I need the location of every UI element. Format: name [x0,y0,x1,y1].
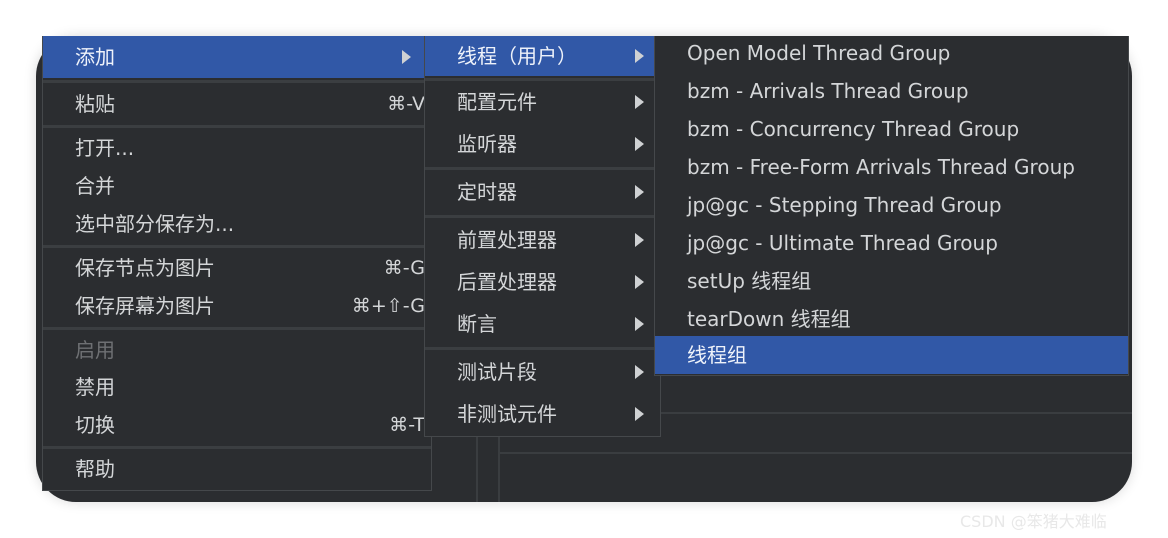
shortcut: ⌘-T [389,414,425,436]
menu-item-label: 配置元件 [457,90,537,114]
menu-item-enable: 启用 [43,331,431,369]
thread-group-item[interactable]: setUp 线程组 [655,262,1128,300]
separator [425,215,660,218]
menu-item-label: setUp 线程组 [687,269,812,293]
shortcut: ⌘-V [387,93,425,115]
menu-item-label: jp@gc - Ultimate Thread Group [687,231,998,255]
submenu-item-non-test[interactable]: 非测试元件 [425,395,660,433]
submenu-item-postprocessor[interactable]: 后置处理器 [425,263,660,301]
submenu-arrow-icon [635,233,644,247]
submenu-item-test-fragment[interactable]: 测试片段 [425,353,660,391]
menu-item-save-node-image[interactable]: 保存节点为图片 ⌘-G [43,249,431,287]
separator [425,167,660,170]
separator [425,347,660,350]
submenu-item-assertion[interactable]: 断言 [425,305,660,343]
menu-item-label: Open Model Thread Group [687,41,951,65]
thread-group-item[interactable]: bzm - Free-Form Arrivals Thread Group [655,148,1128,186]
menu-item-paste[interactable]: 粘贴 ⌘-V [43,85,431,123]
menu-item-label: 前置处理器 [457,228,557,252]
watermark: CSDN @笨猪大难临 [960,512,1107,531]
table-row-line [498,452,1132,454]
thread-group-item[interactable]: jp@gc - Ultimate Thread Group [655,224,1128,262]
menu-item-label: 选中部分保存为... [75,212,235,236]
menu-item-save-selection-as[interactable]: 选中部分保存为... [43,205,431,243]
menu-item-disable[interactable]: 禁用 [43,368,431,406]
menu-item-label: 断言 [457,312,497,336]
menu-item-label: 切换 [75,413,115,437]
menu-item-label: 后置处理器 [457,270,557,294]
submenu-arrow-icon [635,275,644,289]
submenu-arrow-icon [635,407,644,421]
add-submenu: 线程（用户） 配置元件 监听器 定时器 前置处理器 后置处理器 断言 测试片段 … [424,36,661,437]
shortcut: ⌘+⇧-G [351,295,425,317]
thread-group-item[interactable]: bzm - Arrivals Thread Group [655,72,1128,110]
separator [43,80,431,83]
menu-item-toggle[interactable]: 切换 ⌘-T [43,406,431,444]
menu-item-label: 禁用 [75,375,115,399]
thread-group-item[interactable]: jp@gc - Stepping Thread Group [655,186,1128,224]
submenu-arrow-icon [635,185,644,199]
menu-item-label: 线程组 [687,343,747,367]
menu-item-label: tearDown 线程组 [687,307,851,331]
separator [43,327,431,330]
menu-item-label: 粘贴 [75,92,115,116]
menu-item-label: 帮助 [75,457,115,481]
thread-group-item-selected[interactable]: 线程组 [655,336,1128,374]
context-menu: 添加 粘贴 ⌘-V 打开... 合并 选中部分保存为... 保存节点为图片 ⌘-G … [42,36,432,491]
menu-item-label: bzm - Concurrency Thread Group [687,117,1020,141]
menu-item-add[interactable]: 添加 [43,36,431,78]
menu-item-label: 线程（用户） [457,44,577,68]
submenu-item-listener[interactable]: 监听器 [425,125,660,163]
submenu-item-config[interactable]: 配置元件 [425,83,660,121]
thread-group-item[interactable]: tearDown 线程组 [655,300,1128,338]
threads-submenu: Open Model Thread Group bzm - Arrivals T… [654,36,1129,376]
submenu-arrow-icon [635,317,644,331]
separator [425,78,660,81]
thread-group-item[interactable]: bzm - Concurrency Thread Group [655,110,1128,148]
submenu-item-threads[interactable]: 线程（用户） [425,36,660,76]
submenu-arrow-icon [402,50,411,64]
menu-item-label: 非测试元件 [457,402,557,426]
submenu-arrow-icon [635,137,644,151]
menu-item-label: 启用 [75,338,115,362]
menu-item-label: 保存节点为图片 [75,256,215,280]
submenu-item-timer[interactable]: 定时器 [425,173,660,211]
menu-item-label: bzm - Free-Form Arrivals Thread Group [687,155,1075,179]
menu-item-merge[interactable]: 合并 [43,167,431,205]
submenu-arrow-icon [635,49,644,63]
submenu-item-preprocessor[interactable]: 前置处理器 [425,221,660,259]
menu-item-label: 添加 [75,45,115,69]
submenu-arrow-icon [635,95,644,109]
thread-group-item[interactable]: Open Model Thread Group [655,34,1128,72]
menu-item-help[interactable]: 帮助 [43,450,431,488]
menu-item-label: 打开... [75,136,135,160]
separator [43,245,431,248]
menu-item-label: bzm - Arrivals Thread Group [687,79,969,103]
separator [43,446,431,449]
separator [43,125,431,128]
menu-item-label: 监听器 [457,132,517,156]
menu-item-open[interactable]: 打开... [43,129,431,167]
menu-item-label: 定时器 [457,180,517,204]
menu-item-label: 合并 [75,174,115,198]
submenu-arrow-icon [635,365,644,379]
menu-item-label: jp@gc - Stepping Thread Group [687,193,1002,217]
menu-item-label: 保存屏幕为图片 [75,294,215,318]
menu-item-label: 测试片段 [457,360,537,384]
shortcut: ⌘-G [383,257,425,279]
menu-item-save-screen-image[interactable]: 保存屏幕为图片 ⌘+⇧-G [43,287,431,325]
